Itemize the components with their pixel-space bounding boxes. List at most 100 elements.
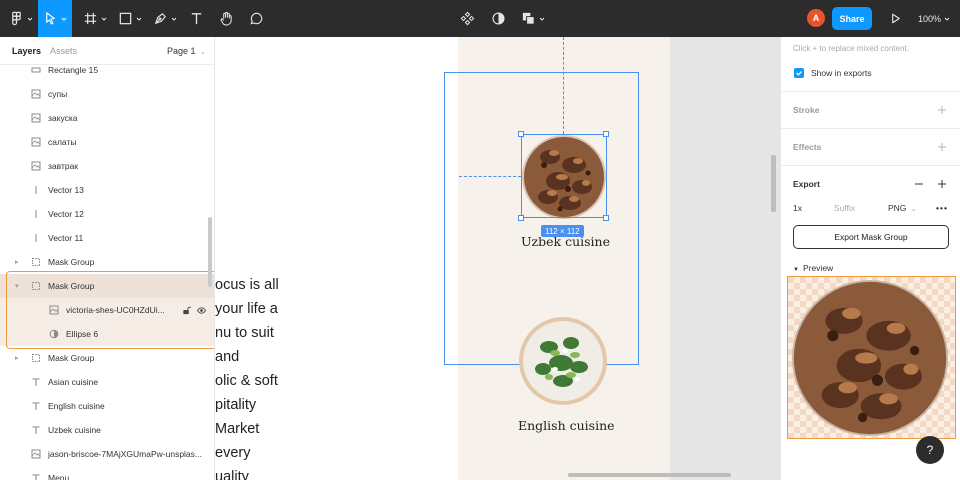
export-mask-group-button[interactable]: Export Mask Group (793, 225, 949, 249)
layer-row[interactable]: Rectangle 15 (0, 58, 214, 82)
eye-icon[interactable] (197, 306, 206, 315)
layer-row[interactable]: закуска (0, 106, 214, 130)
layer-actions (182, 306, 206, 315)
show-in-exports-label: Show in exports (811, 68, 872, 78)
uzbek-cuisine-title[interactable]: Uzbek cuisine (521, 234, 610, 249)
layer-row[interactable]: Menu (0, 466, 214, 480)
zoom-menu[interactable]: 100% (918, 0, 950, 37)
figma-menu-icon (9, 11, 24, 26)
layer-row[interactable]: Ellipse 6 (0, 322, 214, 346)
comment-tool-icon (249, 11, 264, 26)
text-icon (31, 401, 41, 411)
layer-name: victoria-shes-UC0HZdUi... (66, 305, 165, 315)
chevron-down-icon: ⌄ (200, 49, 206, 56)
component-button[interactable] (456, 0, 478, 37)
add-effect-plus-icon[interactable] (937, 142, 947, 152)
mask-group-icon (31, 353, 41, 363)
layer-row[interactable]: ▾ Mask Group (0, 274, 214, 298)
layer-row[interactable]: Vector 13 (0, 178, 214, 202)
body-text-line: olic & soft (215, 373, 278, 389)
layer-row[interactable]: jason-briscoe-7MAjXGUmaPw-unsplas... (0, 442, 214, 466)
layer-row[interactable]: Asian cuisine (0, 370, 214, 394)
share-button[interactable]: Share (832, 7, 872, 30)
resize-handle-bottom-right[interactable] (603, 215, 609, 221)
layer-name: Menu (48, 473, 70, 480)
canvas-horizontal-scrollbar[interactable] (568, 473, 731, 477)
layer-name: Mask Group (48, 281, 95, 291)
english-cuisine-image[interactable] (519, 317, 607, 405)
chevron-right-icon[interactable]: ▸ (15, 258, 19, 266)
layers-scrollbar[interactable] (208, 217, 212, 287)
hand-tool-button[interactable] (215, 0, 237, 37)
layer-row[interactable]: ▸ Mask Group (0, 346, 214, 370)
effects-section-title: Effects (793, 142, 822, 152)
canvas-vertical-scrollbar[interactable] (771, 155, 776, 212)
component-icon (460, 11, 475, 26)
add-stroke-plus-icon[interactable] (937, 105, 947, 115)
export-format-select[interactable]: PNG ⌄ (888, 203, 917, 213)
english-cuisine-title[interactable]: English cuisine (518, 418, 615, 433)
resize-handle-top-left[interactable] (518, 131, 524, 137)
layer-name: jason-briscoe-7MAjXGUmaPw-unsplas... (48, 449, 202, 459)
tab-assets[interactable]: Assets (50, 46, 77, 56)
frame-outline (444, 72, 639, 365)
move-tool-icon (43, 11, 58, 26)
export-more-options-icon[interactable]: ••• (936, 203, 948, 213)
layer-row[interactable]: завтрак (0, 154, 214, 178)
chevron-right-icon[interactable]: ▸ (15, 354, 19, 362)
layer-row[interactable]: Uzbek cuisine (0, 418, 214, 442)
layer-name: Asian cuisine (48, 377, 99, 387)
user-avatar[interactable]: A (807, 9, 825, 27)
frame-tool-button[interactable] (80, 0, 110, 37)
help-button[interactable]: ? (916, 436, 944, 464)
page-selector[interactable]: Page 1 ⌄ (167, 46, 206, 56)
body-text-line: uality (215, 469, 249, 480)
image-icon (31, 137, 41, 147)
pen-tool-button[interactable] (150, 0, 180, 37)
resize-handle-top-right[interactable] (603, 131, 609, 137)
canvas-offscreen-area (670, 37, 780, 480)
layer-row[interactable]: супы (0, 82, 214, 106)
export-suffix-input[interactable]: Suffix (834, 203, 855, 213)
move-tool-button[interactable] (38, 0, 72, 37)
present-button[interactable] (884, 0, 906, 37)
boolean-button[interactable] (518, 0, 548, 37)
selection-bounding-box[interactable] (521, 134, 607, 218)
layer-row[interactable]: victoria-shes-UC0HZdUi... (0, 298, 214, 322)
divider (781, 128, 960, 129)
layer-row[interactable]: ▸ Mask Group (0, 250, 214, 274)
text-icon (31, 473, 41, 480)
layer-row[interactable]: Vector 12 (0, 202, 214, 226)
show-in-exports-checkbox[interactable] (794, 68, 804, 78)
unlock-icon[interactable] (182, 306, 191, 315)
canvas[interactable]: ocus is all your life a nu to suit and olic … (215, 37, 780, 480)
comment-tool-button[interactable] (245, 0, 267, 37)
text-tool-button[interactable] (185, 0, 207, 37)
layer-name: закуска (48, 113, 78, 123)
layer-row[interactable]: Vector 11 (0, 226, 214, 250)
shape-tool-icon (118, 11, 133, 26)
shape-tool-button[interactable] (115, 0, 145, 37)
preview-toggle[interactable]: ▼ Preview (793, 263, 833, 273)
layer-name: Ellipse 6 (66, 329, 99, 339)
export-scale-select[interactable]: 1x (793, 203, 802, 213)
main-menu-button[interactable] (6, 0, 36, 37)
body-text-line: Market (215, 421, 260, 437)
pen-tool-icon (153, 11, 168, 26)
layer-row[interactable]: English cuisine (0, 394, 214, 418)
resize-handle-bottom-left[interactable] (518, 215, 524, 221)
layer-row[interactable]: салаты (0, 130, 214, 154)
tab-layers[interactable]: Layers (12, 46, 41, 56)
boolean-icon (521, 11, 536, 26)
body-text-line: ocus is all (215, 277, 279, 293)
text-icon (31, 377, 41, 387)
vector-icon (31, 209, 41, 219)
remove-export-minus-icon[interactable] (914, 179, 924, 189)
measurement-guide-horizontal (459, 176, 521, 177)
chevron-down-icon[interactable]: ▾ (15, 282, 19, 290)
add-export-plus-icon[interactable] (937, 179, 947, 189)
measurement-guide-vertical (563, 37, 564, 134)
layer-name: салаты (48, 137, 77, 147)
mask-button[interactable] (487, 0, 509, 37)
layer-name: завтрак (48, 161, 79, 171)
